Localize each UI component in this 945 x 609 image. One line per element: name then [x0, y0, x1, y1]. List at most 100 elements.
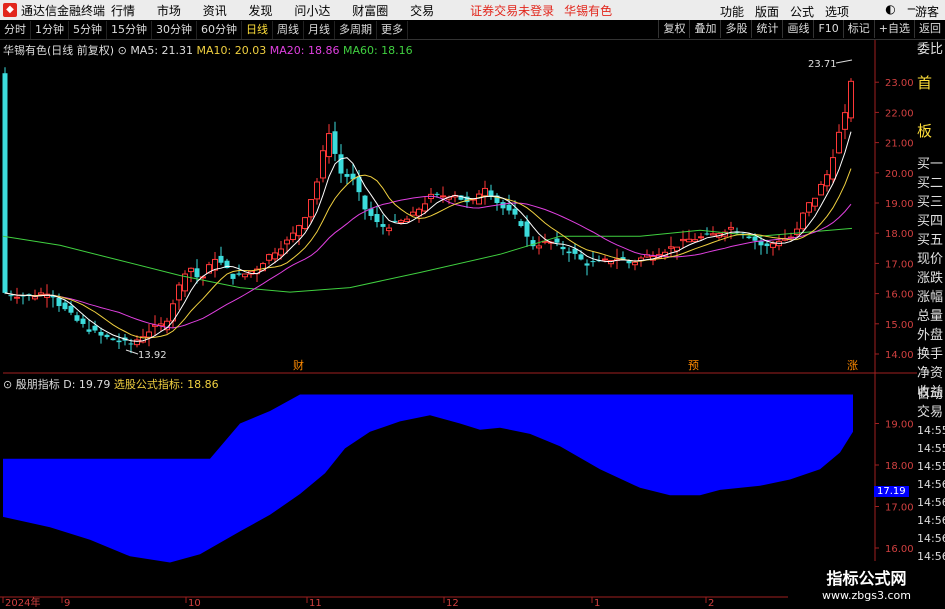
- side-item: 涨跌: [917, 271, 944, 286]
- candle-body: [746, 236, 752, 239]
- candle-body: [764, 243, 770, 247]
- candle-body: [314, 181, 320, 200]
- candle-body: [308, 199, 314, 218]
- price-tick-label: 18.00: [885, 229, 914, 240]
- candle-body: [320, 150, 326, 179]
- date-tick-label: 12: [446, 598, 459, 609]
- candle-body: [74, 315, 80, 321]
- sub-current-value: 17.19: [874, 486, 909, 497]
- price-tick-label: 14.00: [885, 350, 914, 361]
- price-tick-label: 22.00: [885, 108, 914, 119]
- settings-icon[interactable]: ⊙: [118, 44, 127, 57]
- sub-formula-value: 选股公式指标: 18.86: [113, 378, 219, 391]
- candle-body: [98, 331, 104, 336]
- candle-body: [584, 263, 590, 266]
- price-tick-label: 15.00: [885, 320, 914, 331]
- side-item: 现价: [917, 252, 944, 267]
- ma10-value: MA10: 20.03: [196, 44, 267, 57]
- candle-body: [806, 202, 812, 213]
- date-tick-label: 2024年: [5, 596, 40, 609]
- event-marker: 预: [688, 359, 699, 372]
- trade-side-panel: 自动 交易 14:55 14:55 14:55 14:56 14:56 14:5…: [917, 386, 945, 566]
- candle-body: [554, 238, 560, 243]
- candle-body: [134, 339, 140, 346]
- side2-item[interactable]: 自动: [917, 386, 945, 404]
- kline-chart[interactable]: 23.00 22.00 21.00 20.00 19.00 18.00 17.00 16.00…: [0, 0, 945, 609]
- candle-body: [296, 225, 302, 237]
- price-tick-label: 21.00: [885, 139, 914, 150]
- event-marker: 财: [293, 358, 304, 372]
- candle-body: [86, 329, 92, 332]
- side2-item: 14:55: [917, 460, 945, 473]
- sub-legend: ⊙ 殷朋指标 D: 19.79 选股公式指标: 18.86: [3, 376, 219, 392]
- side-item: 买一: [917, 157, 944, 172]
- candle-body: [698, 236, 704, 239]
- date-tick-label: 2: [708, 598, 714, 609]
- date-tick-label: 9: [64, 598, 70, 609]
- candle-body: [326, 133, 332, 158]
- side-item: 外盘: [917, 328, 944, 343]
- candle-body: [332, 131, 338, 154]
- side-item: 净资: [917, 366, 944, 381]
- high-price-label: 23.71: [808, 59, 837, 70]
- sub-d-value: D: 19.79: [63, 378, 111, 391]
- candle-body: [590, 261, 596, 263]
- side-item: 买四: [917, 214, 944, 229]
- candle-body: [632, 261, 638, 266]
- candle-body: [344, 174, 350, 177]
- side-item: 买五: [917, 233, 944, 248]
- candle-body: [68, 305, 74, 313]
- candle-body: [434, 193, 440, 195]
- candle-body: [692, 239, 698, 242]
- candle-body: [848, 80, 854, 119]
- watermark: 指标公式网 www.zbgs3.com: [788, 561, 945, 609]
- candle-body: [728, 226, 734, 230]
- watermark-url: www.zbgs3.com: [822, 589, 911, 602]
- candle-body: [710, 233, 716, 236]
- side-item: 换手: [917, 347, 944, 362]
- price-tick-label: 19.00: [885, 199, 914, 210]
- price-tick-label: 17.00: [885, 259, 914, 270]
- candle-body: [668, 246, 674, 249]
- candle-body: [842, 112, 848, 130]
- candle-body: [440, 195, 446, 198]
- candle-body: [272, 252, 278, 260]
- candle-body: [362, 195, 368, 210]
- candle-body: [506, 204, 512, 211]
- candle-body: [680, 238, 686, 242]
- side-item: 委比: [917, 42, 944, 57]
- main-title: 华锡有色(日线 前复权): [3, 44, 115, 57]
- candle-body: [536, 245, 542, 249]
- candle-body: [242, 273, 248, 278]
- candle-body: [752, 236, 758, 241]
- candle-body: [386, 227, 392, 232]
- sub-settings-icon[interactable]: ⊙: [3, 378, 12, 391]
- ma20-value: MA20: 18.86: [269, 44, 340, 57]
- price-tick-label: 20.00: [885, 169, 914, 180]
- candle-body: [14, 296, 20, 299]
- candle-body: [38, 292, 44, 296]
- side2-item: 14:56: [917, 478, 945, 491]
- candle-body: [236, 273, 242, 275]
- ma20-line: [4, 195, 852, 329]
- candle-body: [800, 212, 806, 230]
- candle-body: [812, 197, 818, 207]
- high-pointer: [835, 59, 853, 64]
- candle-body: [80, 318, 86, 324]
- candle-body: [398, 220, 404, 224]
- candle-body: [92, 325, 98, 331]
- candle-body: [110, 338, 116, 341]
- side2-item[interactable]: 交易: [917, 404, 945, 422]
- candle-body: [626, 260, 632, 264]
- side2-item: 14:55: [917, 424, 945, 437]
- candle-body: [602, 258, 608, 261]
- low-price-label: 13.92: [138, 350, 167, 361]
- side2-item: 14:56: [917, 496, 945, 509]
- candle-body: [824, 174, 830, 187]
- candle-body: [836, 131, 842, 154]
- candle-body: [176, 284, 182, 301]
- candle-body: [770, 243, 776, 248]
- sub-tick-label: 19.00: [885, 420, 914, 431]
- candle-body: [380, 224, 386, 227]
- main-legend: 华锡有色(日线 前复权) ⊙ MA5: 21.31 MA10: 20.03 MA…: [3, 42, 413, 58]
